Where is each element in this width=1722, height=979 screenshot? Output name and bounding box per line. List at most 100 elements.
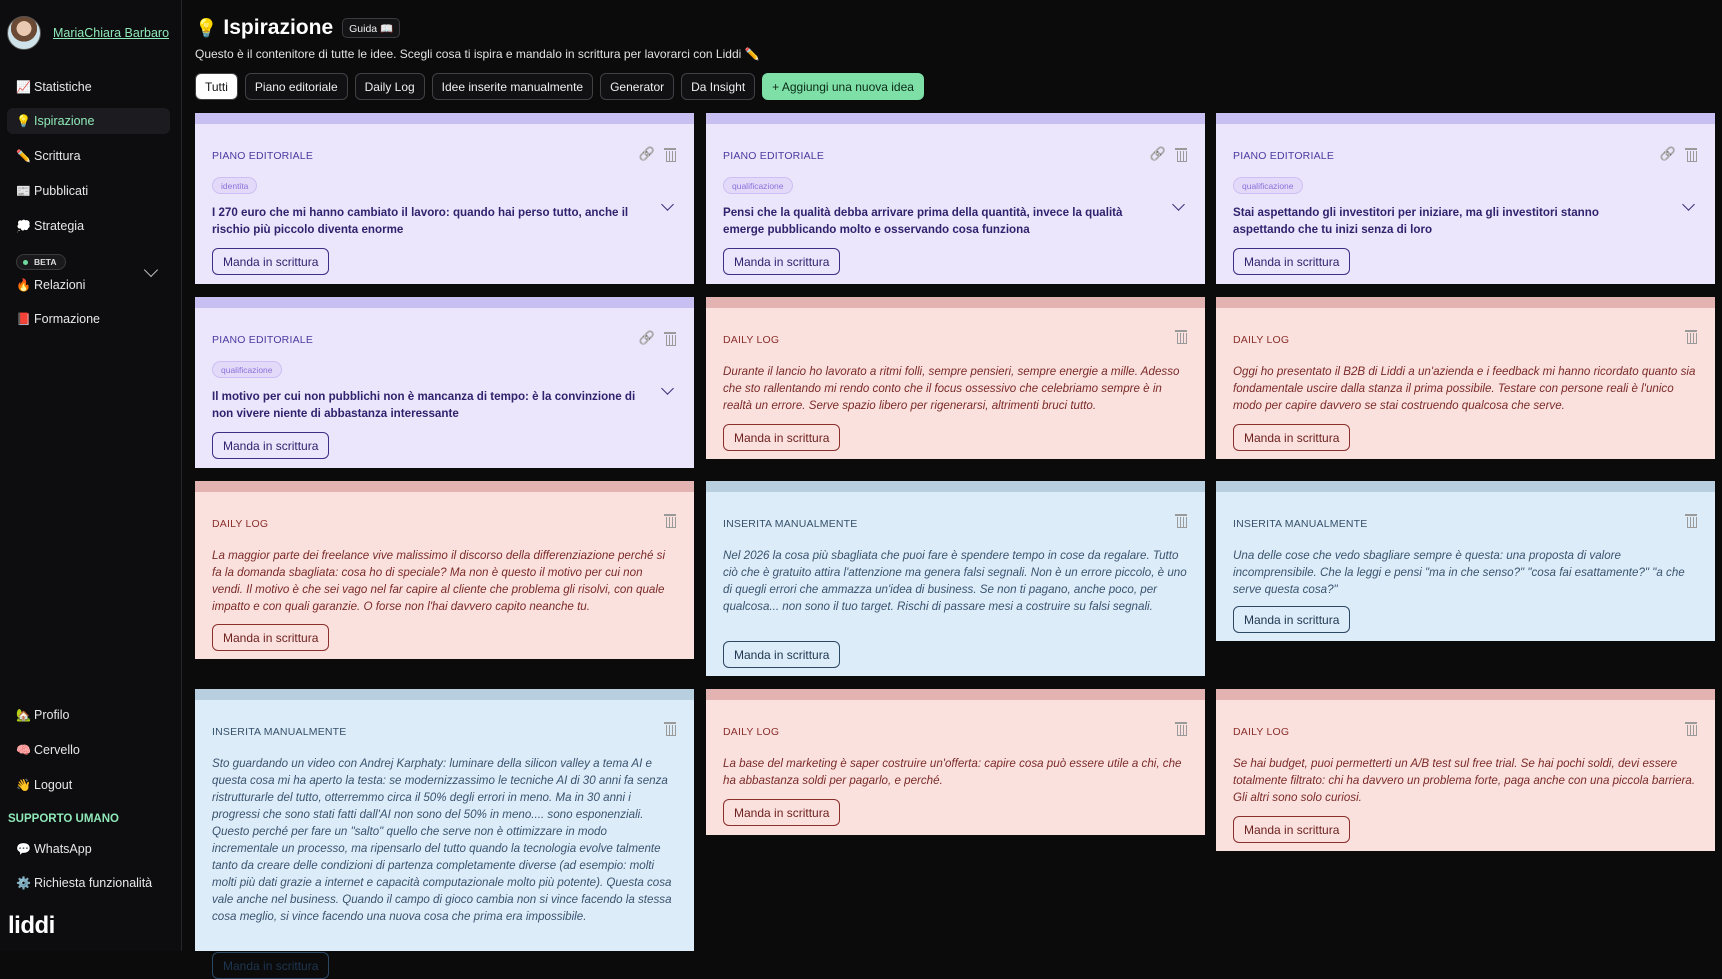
trash-icon[interactable]: [664, 147, 676, 162]
card-category: INSERITA MANUALMENTE: [723, 518, 858, 530]
send-to-writing-button[interactable]: Manda in scrittura: [723, 424, 841, 451]
nav-label: Formazione: [34, 312, 100, 326]
idea-card: DAILY LOG La maggior parte dei freelance…: [195, 481, 694, 659]
nav-label: WhatsApp: [34, 842, 92, 856]
trash-icon[interactable]: [664, 514, 676, 528]
card-category: DAILY LOG: [723, 334, 780, 346]
idea-card: INSERITA MANUALMENTE Una delle cose che …: [1216, 481, 1715, 641]
card-title: Il motivo per cui non pubblichi non è ma…: [212, 390, 636, 420]
trash-icon[interactable]: [1175, 722, 1187, 736]
card-text: Durante il lancio ho lavorato a ritmi fo…: [723, 365, 1180, 412]
card-category: DAILY LOG: [723, 726, 780, 738]
link-icon[interactable]: 🔗: [1660, 146, 1676, 162]
link-icon[interactable]: 🔗: [639, 330, 655, 346]
chart-icon: 📈: [16, 80, 31, 94]
nav-item-cervello[interactable]: 🧠 Cervello: [7, 737, 170, 763]
send-to-writing-button[interactable]: Manda in scrittura: [212, 624, 330, 651]
idea-card: INSERITA MANUALMENTE Nel 2026 la cosa pi…: [706, 481, 1205, 676]
trash-icon[interactable]: [1175, 514, 1187, 528]
nav-label: Statistiche: [34, 80, 92, 94]
avatar[interactable]: [7, 16, 41, 50]
add-idea-button[interactable]: + Aggiungi una nuova idea: [762, 73, 924, 100]
trash-icon[interactable]: [1175, 147, 1187, 162]
house-icon: 🏡: [16, 708, 31, 722]
page-title: Ispirazione: [223, 16, 334, 39]
card-category: PIANO EDITORIALE: [212, 334, 314, 346]
idea-card: DAILY LOG Durante il lancio ho lavorato …: [706, 297, 1205, 459]
user-profile[interactable]: MariaChiara Barbaro: [7, 16, 169, 50]
filter-piano-editoriale[interactable]: Piano editoriale: [244, 73, 348, 100]
card-text: Sto guardando un video con Andrej Karpha…: [212, 757, 672, 923]
trash-icon[interactable]: [664, 331, 676, 346]
send-to-writing-button[interactable]: Manda in scrittura: [1233, 424, 1351, 451]
filter-generator[interactable]: Generator: [600, 73, 675, 100]
trash-icon[interactable]: [1685, 330, 1697, 344]
nav-item-scrittura[interactable]: ✏️ Scrittura: [7, 143, 170, 169]
send-to-writing-button[interactable]: Manda in scrittura: [723, 799, 841, 826]
user-name-link[interactable]: MariaChiara Barbaro: [53, 26, 169, 40]
nav-item-profilo[interactable]: 🏡 Profilo: [7, 702, 170, 728]
send-to-writing-button[interactable]: Manda in scrittura: [212, 248, 330, 275]
send-to-writing-button[interactable]: Manda in scrittura: [1233, 248, 1351, 275]
nav-label: Ispirazione: [34, 114, 95, 128]
link-icon[interactable]: 🔗: [1150, 146, 1166, 162]
brain-icon: 🧠: [16, 743, 31, 757]
filter-da-insight[interactable]: Da Insight: [681, 73, 756, 100]
nav-item-ispirazione[interactable]: 💡 Ispirazione: [7, 108, 170, 134]
nav-label: Richiesta funzionalità: [34, 876, 153, 890]
card-title: I 270 euro che mi hanno cambiato il lavo…: [212, 206, 629, 236]
guide-button[interactable]: Guida 📖: [342, 18, 401, 38]
trash-icon[interactable]: [664, 722, 676, 736]
trash-icon[interactable]: [1685, 722, 1697, 736]
nav-item-whatsapp[interactable]: 💬 WhatsApp: [7, 836, 170, 862]
card-text: La maggior parte dei freelance vive mali…: [212, 549, 666, 613]
nav-item-pubblicati[interactable]: 📰 Pubblicati: [7, 178, 170, 204]
chevron-down-icon[interactable]: [1682, 198, 1695, 211]
nav-label: Logout: [34, 778, 73, 792]
thought-bubble-icon: 💭: [16, 219, 31, 233]
card-category: PIANO EDITORIALE: [212, 150, 314, 162]
card-tag: qualificazione: [723, 177, 793, 194]
filter-daily-log[interactable]: Daily Log: [354, 73, 425, 100]
wave-icon: 👋: [16, 778, 31, 792]
gear-icon: ⚙️: [16, 876, 31, 890]
card-category: INSERITA MANUALMENTE: [212, 726, 347, 738]
nav-item-formazione[interactable]: 📕 Formazione: [7, 306, 170, 332]
trash-icon[interactable]: [1685, 514, 1697, 528]
idea-card: INSERITA MANUALMENTE Sto guardando un vi…: [195, 689, 694, 979]
page-subtitle: Questo è il contenitore di tutte le idee…: [195, 47, 760, 61]
send-to-writing-button[interactable]: Manda in scrittura: [212, 952, 330, 979]
nav-label: Relazioni: [34, 278, 86, 292]
chevron-down-icon[interactable]: [661, 198, 674, 211]
newspaper-icon: 📰: [16, 184, 31, 198]
send-to-writing-button[interactable]: Manda in scrittura: [723, 641, 841, 668]
idea-card: DAILY LOG La base del marketing è saper …: [706, 689, 1205, 835]
chevron-down-icon[interactable]: [661, 382, 674, 395]
send-to-writing-button[interactable]: Manda in scrittura: [723, 248, 841, 275]
chevron-down-icon[interactable]: [1172, 198, 1185, 211]
nav-item-strategia[interactable]: 💭 Strategia: [7, 213, 170, 239]
card-category: PIANO EDITORIALE: [1233, 150, 1335, 162]
nav-label: Strategia: [34, 219, 85, 233]
send-to-writing-button[interactable]: Manda in scrittura: [212, 432, 330, 459]
nav-item-statistiche[interactable]: 📈 Statistiche: [7, 74, 170, 100]
status-dot-icon: [23, 259, 28, 265]
card-title: Stai aspettando gli investitori per iniz…: [1233, 206, 1599, 236]
send-to-writing-button[interactable]: Manda in scrittura: [1233, 606, 1351, 633]
nav-label: Pubblicati: [34, 184, 89, 198]
trash-icon[interactable]: [1685, 147, 1697, 162]
nav-item-logout[interactable]: 👋 Logout: [7, 772, 170, 798]
idea-card: PIANO EDITORIALE 🔗 qualificazione Il mot…: [195, 297, 694, 468]
nav-item-relazioni[interactable]: 🔥 Relazioni: [7, 272, 170, 298]
idea-card: PIANO EDITORIALE 🔗 qualificazione Stai a…: [1216, 113, 1715, 284]
beta-badge: BETA: [16, 254, 66, 270]
trash-icon[interactable]: [1175, 330, 1187, 344]
card-category: PIANO EDITORIALE: [723, 150, 825, 162]
link-icon[interactable]: 🔗: [639, 146, 655, 162]
filter-idee-inserite-manualmente[interactable]: Idee inserite manualmente: [431, 73, 594, 100]
send-to-writing-button[interactable]: Manda in scrittura: [1233, 816, 1351, 843]
nav-label: Profilo: [34, 708, 70, 722]
nav-item-richiesta-funzionalita[interactable]: ⚙️ Richiesta funzionalità: [7, 870, 170, 896]
filter-tutti[interactable]: Tutti: [195, 73, 238, 100]
card-text: Se hai budget, puoi permetterti un A/B t…: [1233, 757, 1696, 804]
